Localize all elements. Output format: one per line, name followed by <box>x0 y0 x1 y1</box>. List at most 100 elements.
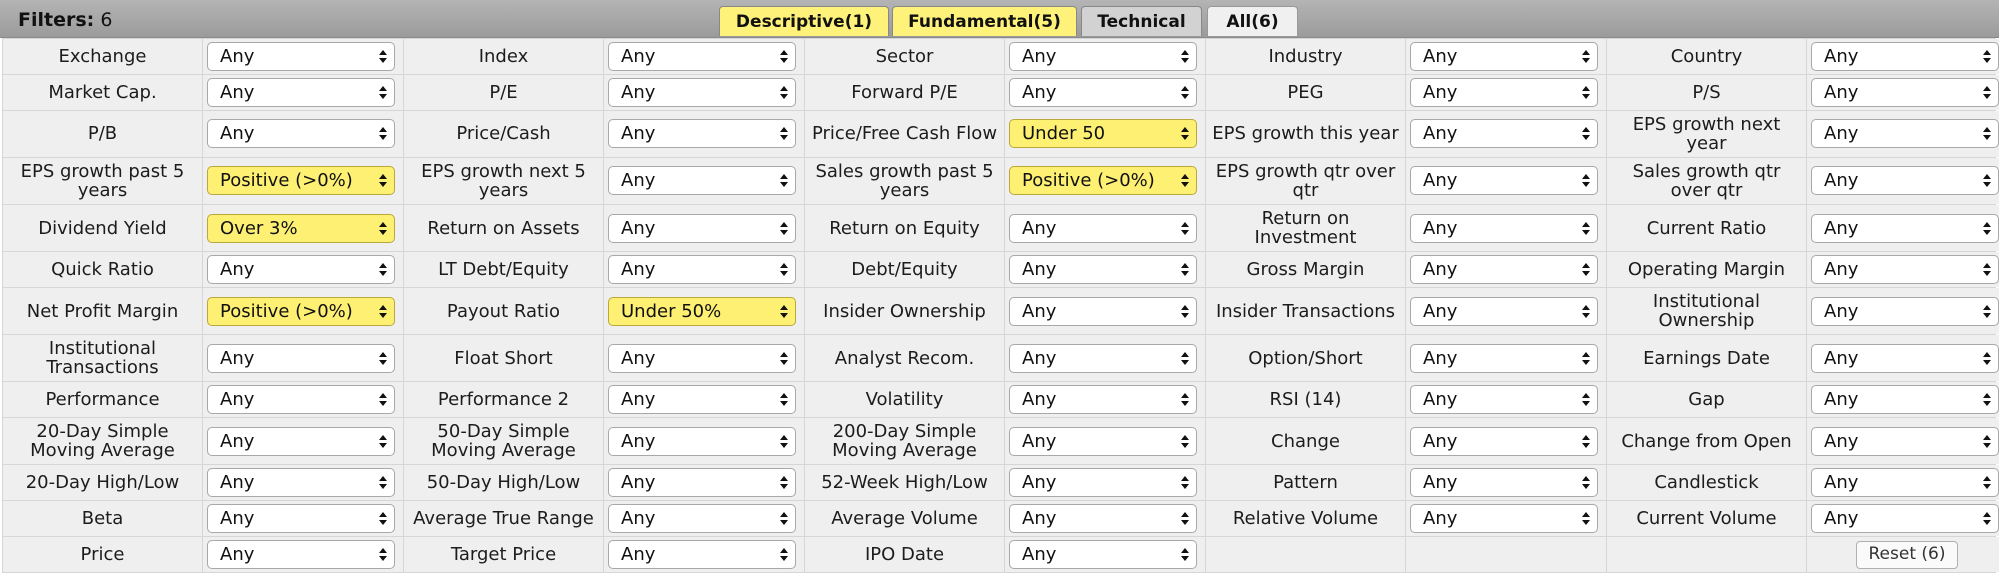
filter-label: Option/Short <box>1206 335 1405 382</box>
filter-select[interactable]: Any <box>1410 77 1598 107</box>
filter-select-cell: Any <box>604 110 804 157</box>
filter-select[interactable]: Any <box>1811 296 1999 326</box>
filter-select[interactable]: Any <box>1410 343 1598 373</box>
filter-select[interactable]: Any <box>608 213 796 243</box>
filter-select[interactable]: Any <box>1009 468 1197 498</box>
filter-select-cell: Any <box>1406 74 1606 110</box>
filter-select[interactable]: Any <box>207 343 395 373</box>
filter-select[interactable]: Any <box>608 343 796 373</box>
filter-select[interactable]: Positive (>0%) <box>1009 166 1197 196</box>
filter-select[interactable]: Over 3% <box>207 213 395 243</box>
filter-select[interactable]: Any <box>1811 255 1999 285</box>
filter-select[interactable]: Any <box>1009 296 1197 326</box>
filter-select[interactable]: Any <box>207 77 395 107</box>
up-down-arrows-icon <box>780 172 788 189</box>
filter-label: Sector <box>805 39 1004 74</box>
filter-select[interactable]: Any <box>1009 426 1197 456</box>
filter-select[interactable]: Any <box>1009 385 1197 415</box>
filter-select-cell: Over 3% <box>203 205 403 252</box>
filter-select[interactable]: Any <box>1410 213 1598 243</box>
up-down-arrows-icon <box>1181 125 1189 142</box>
filter-select-cell: Any <box>1807 501 1999 537</box>
filter-select[interactable]: Any <box>1009 77 1197 107</box>
filter-select[interactable]: Under 50 <box>1009 119 1197 149</box>
filter-select[interactable]: Any <box>1410 426 1598 456</box>
filter-select-value: Any <box>1022 45 1057 67</box>
empty-cell <box>1607 537 1806 572</box>
filter-select-cell: Any <box>1807 252 1999 288</box>
filter-select-value: Any <box>621 389 656 411</box>
up-down-arrows-icon <box>1983 391 1991 408</box>
reset-button[interactable]: Reset (6) <box>1855 540 1959 569</box>
filter-select[interactable]: Any <box>207 119 395 149</box>
filter-select[interactable]: Any <box>1811 119 1999 149</box>
filter-select[interactable]: Any <box>207 504 395 534</box>
filter-select[interactable]: Any <box>1811 343 1999 373</box>
filter-select[interactable]: Any <box>608 468 796 498</box>
up-down-arrows-icon <box>1181 84 1189 101</box>
filter-select[interactable]: Any <box>608 385 796 415</box>
filter-select[interactable]: Any <box>1811 166 1999 196</box>
filter-select[interactable]: Any <box>1009 213 1197 243</box>
filter-select[interactable]: Any <box>1811 468 1999 498</box>
filter-select[interactable]: Any <box>207 385 395 415</box>
filter-label: 50-Day High/Low <box>404 465 603 501</box>
up-down-arrows-icon <box>780 303 788 320</box>
filter-select[interactable]: Any <box>1811 213 1999 243</box>
filter-select[interactable]: Any <box>1410 41 1598 71</box>
filter-select[interactable]: Any <box>608 119 796 149</box>
filter-select[interactable]: Any <box>1009 343 1197 373</box>
filter-select[interactable]: Any <box>1009 255 1197 285</box>
filter-select[interactable]: Any <box>608 504 796 534</box>
filter-select[interactable]: Any <box>1811 77 1999 107</box>
filter-select[interactable]: Any <box>1410 385 1598 415</box>
filter-select[interactable]: Any <box>207 426 395 456</box>
tab-fundamental[interactable]: Fundamental(5) <box>892 6 1077 36</box>
tab-all[interactable]: All(6) <box>1207 6 1298 36</box>
filter-select-cell: Under 50% <box>604 288 804 335</box>
filter-select-cell: Any <box>1005 335 1205 382</box>
filter-select[interactable]: Any <box>1410 255 1598 285</box>
filter-select-cell: Any <box>1005 465 1205 501</box>
filter-select-cell: Any <box>1406 157 1606 205</box>
filter-select[interactable]: Any <box>1410 468 1598 498</box>
filter-select[interactable]: Any <box>1410 119 1598 149</box>
filter-select[interactable]: Any <box>1811 426 1999 456</box>
filter-select-cell: Any <box>1005 501 1205 537</box>
filter-select-value: Any <box>1423 81 1458 103</box>
up-down-arrows-icon <box>1181 303 1189 320</box>
filter-select[interactable]: Any <box>1009 41 1197 71</box>
filter-select-cell: Any <box>203 110 403 157</box>
filter-select-cell: Under 50 <box>1005 110 1205 157</box>
filter-select[interactable]: Positive (>0%) <box>207 166 395 196</box>
tab-technical[interactable]: Technical <box>1081 6 1202 36</box>
filter-select[interactable]: Any <box>1410 504 1598 534</box>
filter-select[interactable]: Any <box>207 41 395 71</box>
filter-select[interactable]: Any <box>1811 41 1999 71</box>
filter-select[interactable]: Any <box>608 426 796 456</box>
filter-select[interactable]: Any <box>608 77 796 107</box>
filter-select[interactable]: Any <box>1811 385 1999 415</box>
filter-select[interactable]: Any <box>1410 166 1598 196</box>
filter-label: 52-Week High/Low <box>805 465 1004 501</box>
filter-select[interactable]: Any <box>1009 504 1197 534</box>
filter-select-cell: Positive (>0%) <box>203 288 403 335</box>
filter-select[interactable]: Any <box>207 255 395 285</box>
filter-select[interactable]: Any <box>608 41 796 71</box>
filter-select[interactable]: Any <box>207 468 395 498</box>
filter-label: Float Short <box>404 335 603 382</box>
filter-select[interactable]: Positive (>0%) <box>207 296 395 326</box>
filter-select[interactable]: Any <box>608 255 796 285</box>
filter-select[interactable]: Any <box>1811 504 1999 534</box>
up-down-arrows-icon <box>379 546 387 563</box>
filter-select[interactable]: Any <box>608 540 796 570</box>
filter-select[interactable]: Any <box>207 540 395 570</box>
filter-select[interactable]: Under 50% <box>608 296 796 326</box>
up-down-arrows-icon <box>1983 510 1991 527</box>
tab-descriptive[interactable]: Descriptive(1) <box>719 6 889 36</box>
filter-label: Debt/Equity <box>805 252 1004 288</box>
filter-select[interactable]: Any <box>1410 296 1598 326</box>
filter-select[interactable]: Any <box>608 166 796 196</box>
filter-label: IPO Date <box>805 537 1004 572</box>
filter-select[interactable]: Any <box>1009 540 1197 570</box>
